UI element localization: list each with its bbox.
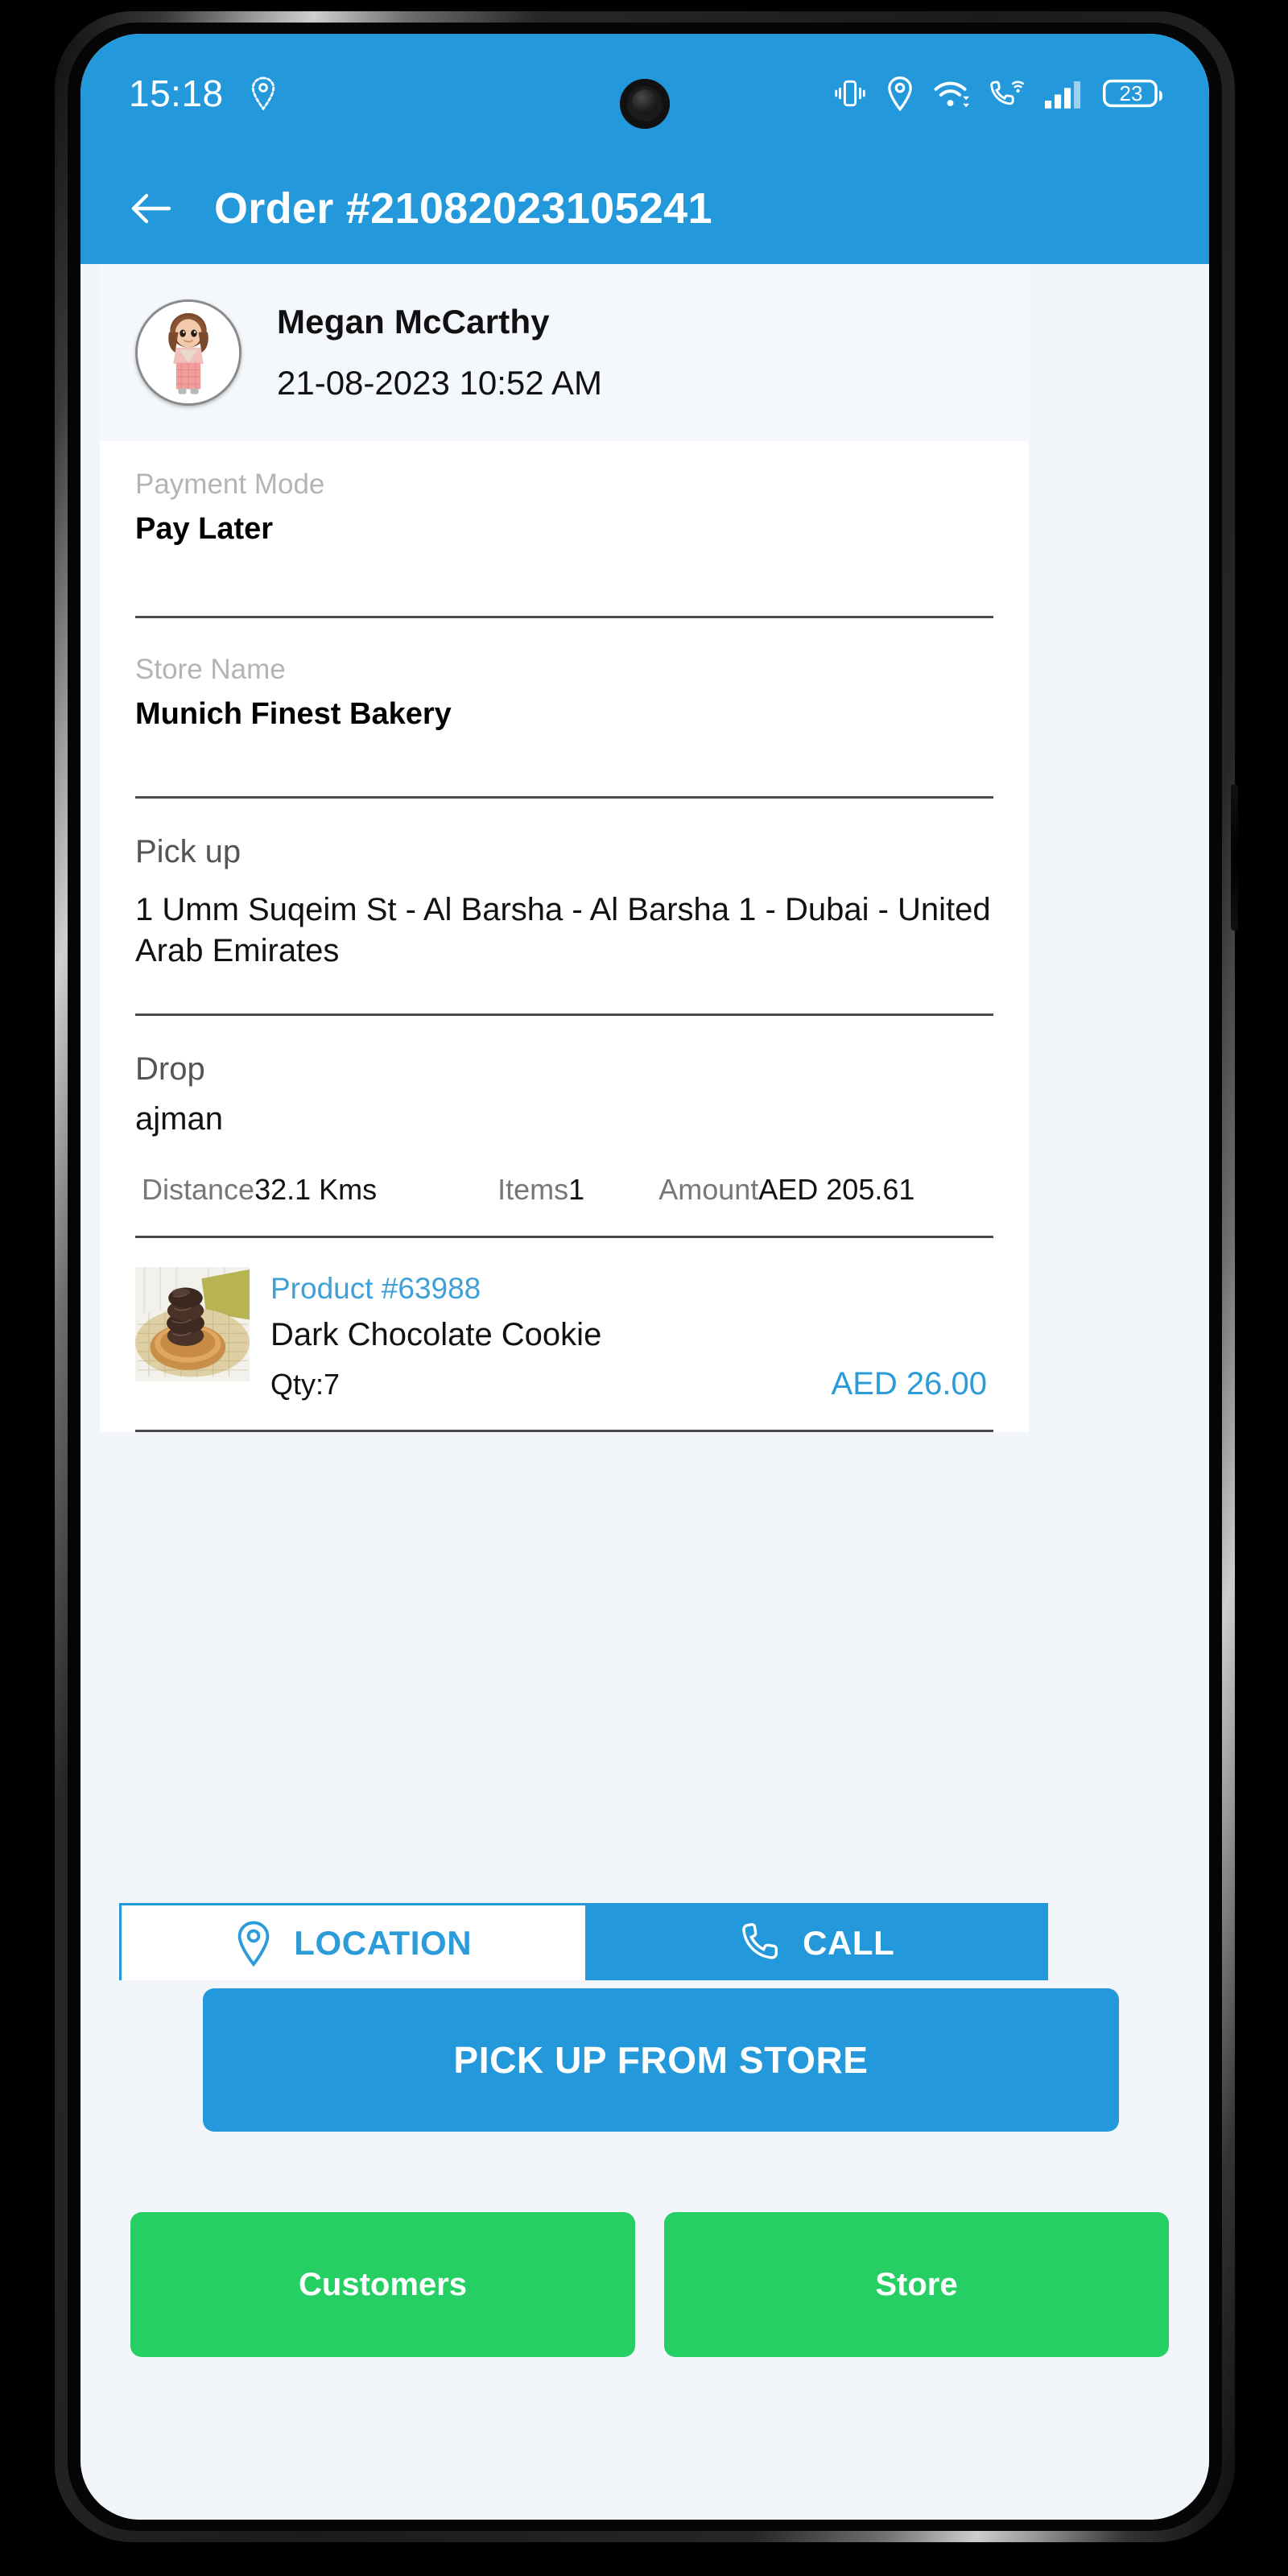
amount-value: AED 205.61 <box>758 1172 915 1206</box>
product-info: Product #63988 Dark Chocolate Cookie Qty… <box>270 1267 993 1402</box>
chocolate-cookie-photo <box>135 1266 250 1381</box>
product-id[interactable]: Product #63988 <box>270 1272 993 1306</box>
items-stat: Items 1 <box>497 1173 584 1207</box>
drop-field: Drop ajman <box>100 1016 1029 1140</box>
distance-stat: Distance 32.1 Kms <box>142 1173 377 1207</box>
order-stats-row: Distance 32.1 Kms Items 1 Amount AED 205… <box>100 1141 1029 1207</box>
amount-label: Amount <box>658 1172 759 1206</box>
customer-text-block: Megan McCarthy 21-08-2023 10:52 AM <box>277 303 602 402</box>
customer-name: Megan McCarthy <box>277 303 550 341</box>
vibrate-icon <box>835 80 865 107</box>
location-pin-dotted-icon <box>251 76 275 111</box>
location-tab[interactable]: LOCATION <box>119 1905 585 1980</box>
location-pin-icon <box>888 76 912 111</box>
amount-stat: Amount AED 205.61 <box>658 1173 914 1207</box>
wifi-calling-icon <box>990 80 1025 105</box>
items-value: 1 <box>568 1172 585 1206</box>
product-quantity: Qty:7 <box>270 1367 341 1401</box>
action-tab-row: LOCATION CALL <box>119 1903 1048 1980</box>
location-pin-icon <box>237 1921 270 1967</box>
payment-mode-field: Payment Mode Pay Later <box>100 441 1029 547</box>
pickup-field: Pick up 1 Umm Suqeim St - Al Barsha - Al… <box>100 799 1029 972</box>
secondary-button-row: Customers Store <box>130 2212 1169 2357</box>
back-arrow-icon[interactable] <box>126 183 177 234</box>
customers-button[interactable]: Customers <box>130 2212 635 2357</box>
page-title: Order #21082023105241 <box>214 184 712 233</box>
items-label: Items <box>497 1172 569 1206</box>
pickup-address: 1 Umm Suqeim St - Al Barsha - Al Barsha … <box>135 892 991 969</box>
signal-bars-icon <box>1045 81 1081 109</box>
location-tab-label: LOCATION <box>294 1923 473 1962</box>
product-qty-price-row: Qty:7 AED 26.00 <box>270 1366 993 1402</box>
order-detail-content: Megan McCarthy 21-08-2023 10:52 AM Payme… <box>80 264 1209 2520</box>
product-name: Dark Chocolate Cookie <box>270 1316 602 1352</box>
app-bar: Order #21082023105241 <box>80 153 1209 264</box>
payment-mode-value: Pay Later <box>135 512 274 546</box>
status-bar-clock: 15:18 <box>129 72 224 114</box>
power-button[interactable] <box>1231 784 1238 931</box>
status-bar-left-icons <box>250 76 277 111</box>
drop-address: ajman <box>135 1101 223 1137</box>
phone-frame: 15:18 23 Order #21082023105241 Megan McC… <box>55 11 1238 2542</box>
battery-level-text: 23 <box>1119 80 1143 105</box>
payment-mode-label: Payment Mode <box>135 469 325 500</box>
call-tab[interactable]: CALL <box>584 1905 1048 1980</box>
pickup-label: Pick up <box>135 834 242 869</box>
product-price: AED 26.00 <box>831 1365 987 1402</box>
pick-up-from-store-button[interactable]: PICK UP FROM STORE <box>203 1988 1119 2132</box>
store-button[interactable]: Store <box>664 2212 1169 2357</box>
status-bar-right-icons: 23 <box>832 76 1164 111</box>
distance-value: 32.1 Kms <box>254 1172 378 1206</box>
product-list-item[interactable]: Product #63988 Dark Chocolate Cookie Qty… <box>100 1238 1029 1402</box>
store-name-field: Store Name Munich Finest Bakery <box>100 618 1029 732</box>
divider <box>135 1429 993 1432</box>
customer-row[interactable]: Megan McCarthy 21-08-2023 10:52 AM <box>100 264 1029 441</box>
order-detail-card: Megan McCarthy 21-08-2023 10:52 AM Payme… <box>100 264 1029 1432</box>
phone-screen: 15:18 23 Order #21082023105241 Megan McC… <box>80 34 1209 2520</box>
order-datetime: 21-08-2023 10:52 AM <box>277 364 602 402</box>
drop-label: Drop <box>135 1051 205 1088</box>
status-bar: 15:18 23 <box>80 34 1209 153</box>
distance-label: Distance <box>142 1172 255 1206</box>
store-name-value: Munich Finest Bakery <box>135 697 452 731</box>
front-camera-punch-hole <box>620 79 670 129</box>
battery-icon: 23 <box>1103 76 1164 110</box>
phone-icon <box>742 1922 778 1959</box>
call-tab-label: CALL <box>803 1923 895 1962</box>
store-name-label: Store Name <box>135 654 286 685</box>
avatar <box>135 299 242 406</box>
wifi-icon <box>934 81 970 108</box>
